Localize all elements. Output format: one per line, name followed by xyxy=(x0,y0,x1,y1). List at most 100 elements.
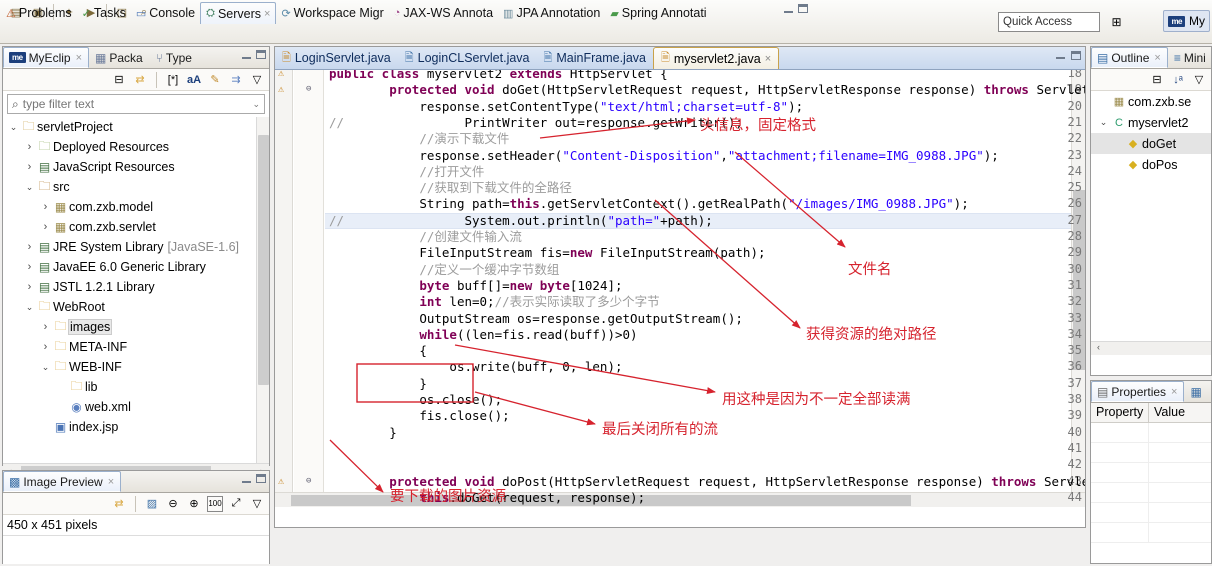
fold-toggle-icon[interactable]: ⊖ xyxy=(306,476,311,486)
marker-ruler[interactable] xyxy=(275,70,293,507)
editor-tab-mainframe-java[interactable]: 🗎 MainFrame.java xyxy=(537,47,653,69)
fit-to-window-icon[interactable]: ⤢ xyxy=(228,496,244,512)
table-row[interactable] xyxy=(1091,463,1211,483)
tree-item-src[interactable]: ⌄ 🗀 src xyxy=(3,177,269,197)
table-row[interactable] xyxy=(1091,523,1211,543)
outline-tree[interactable]: ▦ com.zxb.se ⌄ Cmyservlet2 ◆ doGet ◆ doPos xyxy=(1091,91,1211,341)
tab-type[interactable]: ⑂ Type xyxy=(150,47,199,68)
minimize-icon[interactable] xyxy=(784,5,793,13)
actual-size-icon[interactable]: 100 xyxy=(207,495,223,512)
link-with-editor-icon[interactable]: ⇄ xyxy=(132,72,148,88)
warning-marker-icon[interactable]: ⚠ xyxy=(278,84,290,96)
outline-item-myservlet2[interactable]: ⌄ Cmyservlet2 xyxy=(1091,112,1211,133)
close-icon[interactable]: × xyxy=(76,52,82,64)
chevron-right-icon[interactable]: › xyxy=(39,201,52,213)
chevron-down-icon[interactable]: ⌄ xyxy=(7,122,20,133)
bottom-tab-workspace-migr[interactable]: ⟳ Workspace Migr xyxy=(276,2,388,24)
editor-tab-loginservlet-java[interactable]: 🗎 LoginServlet.java xyxy=(275,47,398,69)
chevron-down-icon[interactable]: ⌄ xyxy=(23,182,36,193)
tree-vertical-scrollbar[interactable] xyxy=(256,117,269,463)
tree-item-jre-system-library[interactable]: › ▤ JRE System Library [JavaSE-1.6] xyxy=(3,237,269,257)
outline-item-com.zxb.se[interactable]: ▦ com.zxb.se xyxy=(1091,91,1211,112)
table-row[interactable] xyxy=(1091,503,1211,523)
tab-snippets[interactable]: ▦ xyxy=(1184,381,1208,402)
chevron-right-icon[interactable]: › xyxy=(39,341,52,353)
close-icon[interactable]: × xyxy=(108,476,114,488)
close-icon[interactable]: × xyxy=(1171,386,1177,398)
chevron-down-icon[interactable]: ⌄ xyxy=(39,362,52,373)
tree-item-meta-inf[interactable]: › 🗀 META-INF xyxy=(3,337,269,357)
tree-item-com-zxb-servlet[interactable]: › ▦ com.zxb.servlet xyxy=(3,217,269,237)
tab-outline[interactable]: ▤ Outline × xyxy=(1091,47,1168,68)
maximize-icon[interactable] xyxy=(798,4,808,13)
zoom-out-icon[interactable]: ⊖ xyxy=(165,496,181,512)
sort-icon[interactable]: ↓ᵃ xyxy=(1170,72,1186,88)
bottom-tab-tasks[interactable]: ✓ Tasks xyxy=(77,2,131,24)
bottom-tab-servers[interactable]: ⛭ Servers × xyxy=(200,2,277,24)
chevron-right-icon[interactable]: › xyxy=(23,241,36,253)
source-code-area[interactable]: 18 ⚠ public class myservlet2 extends HttpS… xyxy=(275,70,1085,507)
chevron-down-icon[interactable]: ⌄ xyxy=(23,302,36,313)
tree-item-servletproject[interactable]: ⌄ 🗀 servletProject xyxy=(3,117,269,137)
view-menu-icon[interactable]: ▽ xyxy=(1191,72,1207,88)
view-menu-icon[interactable]: ▽ xyxy=(249,72,265,88)
bottom-tab-jax-ws-annota[interactable]: ◔ JAX-WS Annota xyxy=(389,2,498,24)
bottom-tab-console[interactable]: ▭ Console xyxy=(131,2,200,24)
chevron-right-icon[interactable]: › xyxy=(23,141,36,153)
link-icon[interactable]: ⇄ xyxy=(111,496,127,512)
warning-marker-icon[interactable]: ⚠ xyxy=(278,476,290,488)
tree-item-index-jsp[interactable]: ▣ index.jsp xyxy=(3,417,269,437)
tree-item-images[interactable]: › 🗀 images xyxy=(3,317,269,337)
chevron-right-icon[interactable]: › xyxy=(23,261,36,273)
minimize-icon[interactable] xyxy=(1056,51,1065,59)
close-icon[interactable]: × xyxy=(765,53,771,65)
fold-toggle-icon[interactable]: ⊖ xyxy=(306,84,311,94)
scrollbar-thumb[interactable] xyxy=(258,135,269,385)
tree-item-jstl-1-2-1-library[interactable]: › ▤ JSTL 1.2.1 Library xyxy=(3,277,269,297)
chevron-down-icon[interactable]: ⌄ xyxy=(252,99,260,110)
tree-item-webroot[interactable]: ⌄ 🗀 WebRoot xyxy=(3,297,269,317)
open-perspective-icon[interactable]: ⊞ xyxy=(1107,12,1126,31)
outline-item-doget[interactable]: ◆ doGet xyxy=(1091,133,1211,154)
zoom-in-icon[interactable]: ⊕ xyxy=(186,496,202,512)
table-row[interactable] xyxy=(1091,443,1211,463)
chevron-right-icon[interactable]: › xyxy=(39,321,52,333)
warning-marker-icon[interactable]: ⚠ xyxy=(278,70,290,80)
close-icon[interactable]: × xyxy=(1154,52,1160,64)
collapse-all-icon[interactable]: ⊟ xyxy=(1149,72,1165,88)
chevron-right-icon[interactable]: › xyxy=(23,161,36,173)
scroll-left-arrow[interactable]: ‹ xyxy=(1091,342,1106,352)
editor-tab-myservlet2-java[interactable]: 🗎 myservlet2.java × xyxy=(652,47,780,69)
bottom-tab-problems[interactable]: ⚠ Problems xyxy=(1,2,77,24)
chevron-right-icon[interactable]: › xyxy=(39,221,52,233)
view-menu-icon[interactable]: ▽ xyxy=(249,496,265,512)
tree-item-lib[interactable]: 🗀 lib xyxy=(3,377,269,397)
focus-icon[interactable]: ⇉ xyxy=(228,72,244,88)
collapse-all-icon[interactable]: ⊟ xyxy=(111,72,127,88)
chevron-right-icon[interactable]: › xyxy=(23,281,36,293)
aA-icon[interactable]: aA xyxy=(186,72,202,88)
outline-horizontal-scrollbar[interactable]: ‹ xyxy=(1091,341,1211,355)
tree-item-deployed-resources[interactable]: › 🗀 Deployed Resources xyxy=(3,137,269,157)
tree-item-com-zxb-model[interactable]: › ▦ com.zxb.model xyxy=(3,197,269,217)
table-row[interactable] xyxy=(1091,483,1211,503)
tab-mini[interactable]: ≡ Mini xyxy=(1168,47,1212,68)
properties-body[interactable] xyxy=(1091,423,1211,543)
editor-tab-loginclservlet-java[interactable]: 🗎 LoginCLServlet.java xyxy=(398,47,537,69)
tree-item-web-xml[interactable]: ◉ web.xml xyxy=(3,397,269,417)
minimize-icon[interactable] xyxy=(242,475,251,483)
chevron-down-icon[interactable]: ⌄ xyxy=(1097,117,1110,128)
tree-item-web-inf[interactable]: ⌄ 🗀 WEB-INF xyxy=(3,357,269,377)
tab-image-preview[interactable]: ▩ Image Preview × xyxy=(3,471,122,492)
close-icon[interactable]: × xyxy=(264,8,270,20)
filter-box[interactable]: ⌕ type filter text ⌄ xyxy=(7,94,265,114)
bracket-icon[interactable]: [*] xyxy=(165,72,181,88)
maximize-icon[interactable] xyxy=(1071,51,1081,60)
maximize-icon[interactable] xyxy=(256,50,266,59)
tab-packa[interactable]: ▦ Packa xyxy=(89,47,150,68)
perspective-switcher-myeclipse[interactable]: me My xyxy=(1163,10,1210,32)
bottom-tab-spring-annotati[interactable]: ▰ Spring Annotati xyxy=(605,2,711,24)
maximize-icon[interactable] xyxy=(256,474,266,483)
minimize-icon[interactable] xyxy=(242,51,251,59)
tab-properties[interactable]: ▤ Properties × xyxy=(1091,381,1185,402)
